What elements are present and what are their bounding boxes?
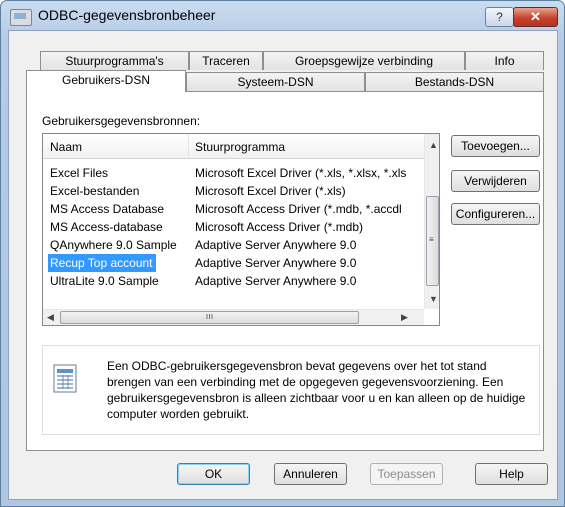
cancel-button[interactable]: Annuleren	[274, 463, 347, 485]
row-driver: Microsoft Excel Driver (*.xls)	[195, 184, 346, 198]
remove-button[interactable]: Verwijderen	[451, 170, 540, 192]
list-item[interactable]: Excel Files Microsoft Excel Driver (*.xl…	[43, 164, 424, 182]
horizontal-scroll-thumb[interactable]: ııı	[60, 311, 359, 324]
scroll-down-icon[interactable]: ▼	[429, 294, 438, 304]
column-header-driver[interactable]: Stuurprogramma	[195, 140, 285, 154]
tab-stuurprogrammas[interactable]: Stuurprogramma's	[40, 51, 189, 70]
window-title: ODBC-gegevensbronbeheer	[38, 7, 216, 23]
vertical-scroll-thumb[interactable]: ≡	[426, 196, 439, 286]
column-header-name[interactable]: Naam	[50, 140, 82, 154]
tab-info[interactable]: Info	[465, 51, 544, 70]
row-driver: Adaptive Server Anywhere 9.0	[195, 256, 357, 270]
tab-bestands-dsn[interactable]: Bestands-DSN	[365, 72, 544, 91]
list-item[interactable]: MS Access Database Microsoft Access Driv…	[43, 200, 424, 218]
grip-icon: ≡	[429, 235, 434, 244]
vertical-scrollbar[interactable]: ▲ ≡ ▼	[424, 134, 439, 309]
row-driver: Adaptive Server Anywhere 9.0	[195, 238, 357, 252]
title-bar: ODBC-gegevensbronbeheer ? ✕	[1, 1, 564, 29]
row-name: Recup Top account	[48, 254, 156, 272]
close-button[interactable]: ✕	[513, 7, 558, 27]
row-driver: Microsoft Excel Driver (*.xls, *.xlsx, *…	[195, 166, 407, 180]
row-name: MS Access Database	[50, 202, 165, 216]
row-driver: Adaptive Server Anywhere 9.0	[195, 274, 357, 288]
scroll-left-icon[interactable]: ◀	[47, 312, 54, 323]
ok-button[interactable]: OK	[177, 463, 250, 485]
list-header: Naam Stuurprogramma	[43, 134, 424, 159]
info-box: Een ODBC-gebruikersgegevensbron bevat ge…	[42, 345, 540, 435]
horizontal-scrollbar[interactable]: ◀ ııı ▶	[43, 309, 424, 325]
list-item[interactable]: QAnywhere 9.0 Sample Adaptive Server Any…	[43, 236, 424, 254]
help-title-button[interactable]: ?	[485, 7, 514, 27]
tab-traceren[interactable]: Traceren	[189, 51, 263, 70]
row-name: Excel-bestanden	[50, 184, 140, 198]
tab-systeem-dsn[interactable]: Systeem-DSN	[186, 72, 365, 91]
list-item[interactable]: UltraLite 9.0 Sample Adaptive Server Any…	[43, 272, 424, 290]
add-button[interactable]: Toevoegen...	[451, 135, 540, 157]
data-source-icon	[53, 364, 77, 393]
scroll-up-icon[interactable]: ▲	[429, 140, 438, 150]
help-button[interactable]: Help	[475, 463, 548, 485]
odbc-app-icon	[10, 9, 32, 26]
apply-button[interactable]: Toepassen	[370, 463, 443, 485]
row-name: QAnywhere 9.0 Sample	[50, 238, 177, 252]
data-source-list[interactable]: Naam Stuurprogramma Excel Files Microsof…	[42, 133, 440, 326]
row-name: UltraLite 9.0 Sample	[50, 274, 159, 288]
row-name: Excel Files	[50, 166, 109, 180]
info-text: Een ODBC-gebruikersgegevensbron bevat ge…	[107, 359, 526, 421]
row-driver: Microsoft Access Driver (*.mdb, *.accdl	[195, 202, 402, 216]
list-item[interactable]: Excel-bestanden Microsoft Excel Driver (…	[43, 182, 424, 200]
row-name: MS Access-database	[50, 220, 163, 234]
section-label: Gebruikersgegevensbronnen:	[42, 114, 201, 128]
list-item-selected[interactable]: Recup Top account Adaptive Server Anywhe…	[43, 254, 424, 272]
row-driver: Microsoft Access Driver (*.mdb)	[195, 220, 364, 234]
scroll-right-icon[interactable]: ▶	[401, 312, 408, 323]
configure-button[interactable]: Configureren...	[451, 203, 540, 225]
column-divider[interactable]	[188, 134, 189, 158]
tab-groepsgewijze-verbinding[interactable]: Groepsgewijze verbinding	[263, 51, 465, 70]
tab-gebruikers-dsn[interactable]: Gebruikers-DSN	[26, 70, 186, 92]
list-item[interactable]: MS Access-database Microsoft Access Driv…	[43, 218, 424, 236]
